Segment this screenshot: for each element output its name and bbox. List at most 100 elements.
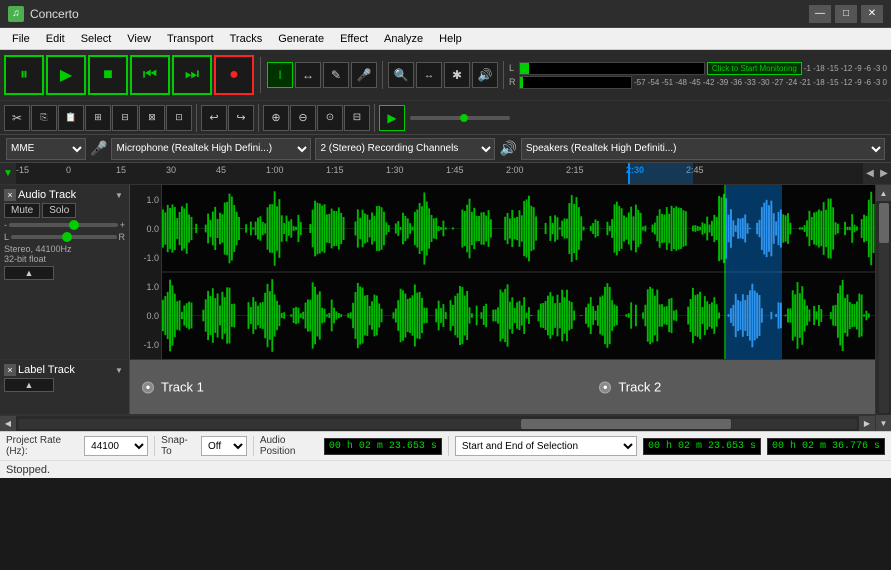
- selection-type-select[interactable]: Start and End of Selection Start and Len…: [455, 436, 637, 456]
- skip-forward-button[interactable]: ⏭: [172, 55, 212, 95]
- envelope-tool[interactable]: ↔: [295, 62, 321, 88]
- input-device-select[interactable]: Microphone (Realtek High Defini...): [111, 138, 311, 160]
- L-meter: [519, 62, 705, 75]
- silence-tool[interactable]: ⊟: [112, 105, 138, 131]
- volume-slider[interactable]: [9, 223, 118, 227]
- v-scroll-track[interactable]: [879, 203, 889, 413]
- time-mark-2: 15: [116, 165, 126, 175]
- timeline-scroll-right[interactable]: ▶: [877, 163, 891, 185]
- h-scroll-track[interactable]: [18, 419, 857, 429]
- track-info: Stereo, 44100Hz 32-bit float: [4, 244, 125, 264]
- menu-select[interactable]: Select: [73, 28, 120, 50]
- label-pin-2: ●: [599, 381, 611, 393]
- time-mark-1: 0: [66, 165, 71, 175]
- status-label-bar: Stopped.: [0, 460, 891, 478]
- label-track-container: × Label Track ▼ ▲ ● Track 1 ● Track 2: [0, 360, 875, 415]
- zoom-in-tool[interactable]: 🔍: [388, 62, 414, 88]
- menu-file[interactable]: File: [4, 28, 38, 50]
- audio-track-controls: Mute Solo: [4, 203, 125, 218]
- mute-button[interactable]: Mute: [4, 203, 40, 218]
- waveform-svg: [162, 185, 875, 359]
- tool-sep-5: [374, 104, 375, 132]
- label-track-content[interactable]: ● Track 1 ● Track 2: [130, 360, 875, 414]
- time-mark-5: 1:00: [266, 165, 284, 175]
- pan-slider[interactable]: [11, 235, 116, 239]
- project-rate-select[interactable]: 44100: [84, 436, 148, 456]
- label-text-2[interactable]: Track 2: [614, 378, 665, 397]
- h-scroll-thumb[interactable]: [521, 419, 731, 429]
- mic-tool[interactable]: 🎤: [351, 62, 377, 88]
- label-track-up[interactable]: ▲: [4, 378, 54, 392]
- draw-tool[interactable]: ✎: [323, 62, 349, 88]
- bottom-bar: Project Rate (Hz): 44100 Snap-To Off Aud…: [0, 431, 891, 478]
- label-track-close[interactable]: ×: [4, 364, 16, 376]
- menu-tracks[interactable]: Tracks: [222, 28, 271, 50]
- stop-button[interactable]: ■: [88, 55, 128, 95]
- record-button[interactable]: ●: [214, 55, 254, 95]
- title-bar: ♫ Concerto — □ ✕: [0, 0, 891, 28]
- menu-generate[interactable]: Generate: [270, 28, 332, 50]
- db-scale-bottom-right: -57 -54 -51 -48 -45 -42 -39 -36 -33 -30 …: [634, 78, 887, 87]
- speaker-tool[interactable]: 🔊: [472, 62, 498, 88]
- time-mark-6: 1:15: [326, 165, 344, 175]
- maximize-button[interactable]: □: [835, 5, 857, 23]
- close-button[interactable]: ✕: [861, 5, 883, 23]
- app-title: Concerto: [30, 7, 809, 21]
- snap-to-select[interactable]: Off: [201, 436, 247, 456]
- zoom-selection-button[interactable]: ⊙: [317, 105, 343, 131]
- redo-button[interactable]: ↪: [228, 105, 254, 131]
- play-at-speed-button[interactable]: ▶: [379, 105, 405, 131]
- scroll-up-button[interactable]: ▲: [876, 185, 891, 201]
- track-up-button[interactable]: ▲: [4, 266, 54, 280]
- label-track-dropdown[interactable]: ▼: [115, 366, 125, 375]
- audio-position-display: 00 h 02 m 23.653 s: [324, 438, 442, 455]
- audio-track-close[interactable]: ×: [4, 189, 16, 201]
- audio-track-dropdown[interactable]: ▼: [115, 191, 125, 200]
- pause-button[interactable]: ⏸: [4, 55, 44, 95]
- cut-tool[interactable]: ✂: [4, 105, 30, 131]
- pan-R-label: R: [119, 232, 126, 242]
- audio-track-container: × Audio Track ▼ Mute Solo - +: [0, 185, 875, 360]
- menu-help[interactable]: Help: [431, 28, 470, 50]
- toolbar-separator-1: [260, 57, 261, 93]
- zoom-in-button[interactable]: ⊕: [263, 105, 289, 131]
- timeline-scroll-left[interactable]: ◀: [863, 163, 877, 185]
- scroll-left-button[interactable]: ◀: [0, 416, 16, 432]
- selection-end-display: 00 h 02 m 36.776 s: [767, 438, 885, 455]
- menu-edit[interactable]: Edit: [38, 28, 73, 50]
- channels-select[interactable]: 2 (Stereo) Recording Channels: [315, 138, 495, 160]
- undo-button[interactable]: ↩: [201, 105, 227, 131]
- zoom-out-button[interactable]: ⊖: [290, 105, 316, 131]
- selection-tool[interactable]: I: [267, 62, 293, 88]
- play-button[interactable]: ▶: [46, 55, 86, 95]
- scroll-right-button[interactable]: ▶: [859, 416, 875, 432]
- zoom-fit-tool[interactable]: ↔: [416, 62, 442, 88]
- output-device-select[interactable]: Speakers (Realtek High Definiti...): [521, 138, 885, 160]
- paste-tool[interactable]: 📋: [58, 105, 84, 131]
- align-tool[interactable]: ⊠: [139, 105, 165, 131]
- volume-control: - +: [4, 220, 125, 230]
- solo-button[interactable]: Solo: [42, 203, 76, 218]
- timeline-selection: [628, 163, 693, 185]
- menu-analyze[interactable]: Analyze: [376, 28, 431, 50]
- timeline-arrow[interactable]: ▼: [0, 163, 16, 185]
- extra-tool[interactable]: ⊡: [166, 105, 192, 131]
- audio-waveform-area[interactable]: 1.0 0.0 -1.0 1.0 0.0 -1.0: [130, 185, 875, 359]
- menu-view[interactable]: View: [119, 28, 159, 50]
- trim-tool[interactable]: ⊞: [85, 105, 111, 131]
- status-sep-3: [448, 436, 449, 456]
- driver-select[interactable]: MME: [6, 138, 86, 160]
- monitoring-button[interactable]: Click to Start Monitoring: [707, 62, 802, 75]
- minimize-button[interactable]: —: [809, 5, 831, 23]
- menu-effect[interactable]: Effect: [332, 28, 376, 50]
- menu-transport[interactable]: Transport: [159, 28, 222, 50]
- scroll-down-button[interactable]: ▼: [876, 415, 891, 431]
- zoom-fit-button[interactable]: ⊟: [344, 105, 370, 131]
- v-scroll-thumb[interactable]: [879, 203, 889, 243]
- copy-tool[interactable]: ⎘: [31, 105, 57, 131]
- device-bar: MME 🎤 Microphone (Realtek High Defini...…: [0, 135, 891, 163]
- pan-control: L R: [4, 232, 125, 242]
- skip-back-button[interactable]: ⏮: [130, 55, 170, 95]
- multitool[interactable]: ✱: [444, 62, 470, 88]
- label-text-1[interactable]: Track 1: [157, 378, 208, 397]
